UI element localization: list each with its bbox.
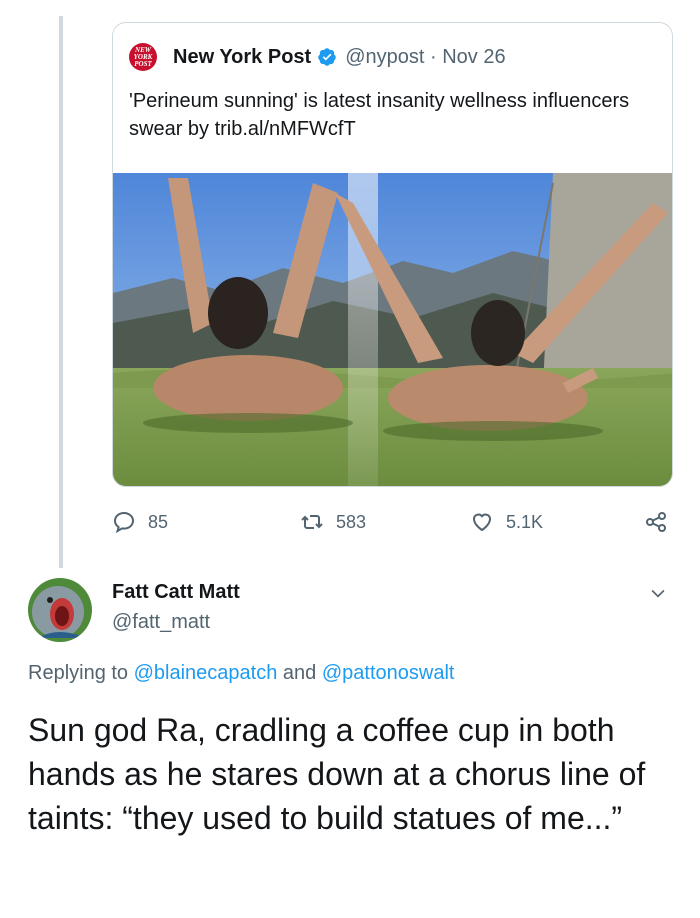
retweet-action[interactable]: 583 <box>300 510 366 534</box>
quoted-author-handle[interactable]: @nypost · Nov 26 <box>345 46 505 69</box>
quoted-tweet-header: NEW YORK POST New York Post @nypost · Nov … <box>129 43 506 71</box>
quoted-tweet-text: 'Perineum sunning' is latest insanity we… <box>129 90 630 140</box>
like-count: 5.1K <box>506 511 544 532</box>
heart-icon <box>472 513 492 532</box>
reply-action[interactable]: 85 <box>112 510 168 534</box>
like-action[interactable]: 5.1K <box>470 510 543 534</box>
reply-tweet-text: Sun god Ra, cradling a coffee cup in bot… <box>28 712 646 836</box>
mention-link-1[interactable]: @blainecapatch <box>134 662 278 684</box>
avatar-image <box>28 578 92 642</box>
replying-and: and <box>282 662 317 684</box>
retweet-count: 583 <box>336 511 367 532</box>
tweet-action-bar: 85 583 5.1K <box>0 510 700 542</box>
reply-count: 85 <box>148 511 169 532</box>
reply-icon <box>113 511 135 534</box>
thread-connector-line <box>59 16 63 568</box>
chevron-down-icon[interactable] <box>648 583 668 603</box>
verified-badge-icon <box>318 48 336 66</box>
quoted-tweet-card[interactable]: NEW YORK POST New York Post @nypost · Nov … <box>112 22 673 487</box>
retweet-icon <box>301 515 323 529</box>
replying-to-line: Replying to @blainecapatch and @pattonos… <box>28 662 454 685</box>
quoted-tweet-photo[interactable] <box>113 173 672 486</box>
avatar[interactable] <box>28 578 92 642</box>
reply-author-handle[interactable]: @fatt_matt <box>112 611 210 634</box>
nypost-logo[interactable]: NEW YORK POST <box>129 43 157 71</box>
photo-illustration <box>113 173 672 486</box>
replying-prefix: Replying to <box>28 662 129 684</box>
share-action[interactable] <box>644 510 668 534</box>
mention-link-2[interactable]: @pattonoswalt <box>322 662 455 684</box>
reply-author-name[interactable]: Fatt Catt Matt <box>112 581 240 604</box>
share-icon <box>646 512 666 532</box>
quoted-author-name[interactable]: New York Post <box>173 46 311 69</box>
